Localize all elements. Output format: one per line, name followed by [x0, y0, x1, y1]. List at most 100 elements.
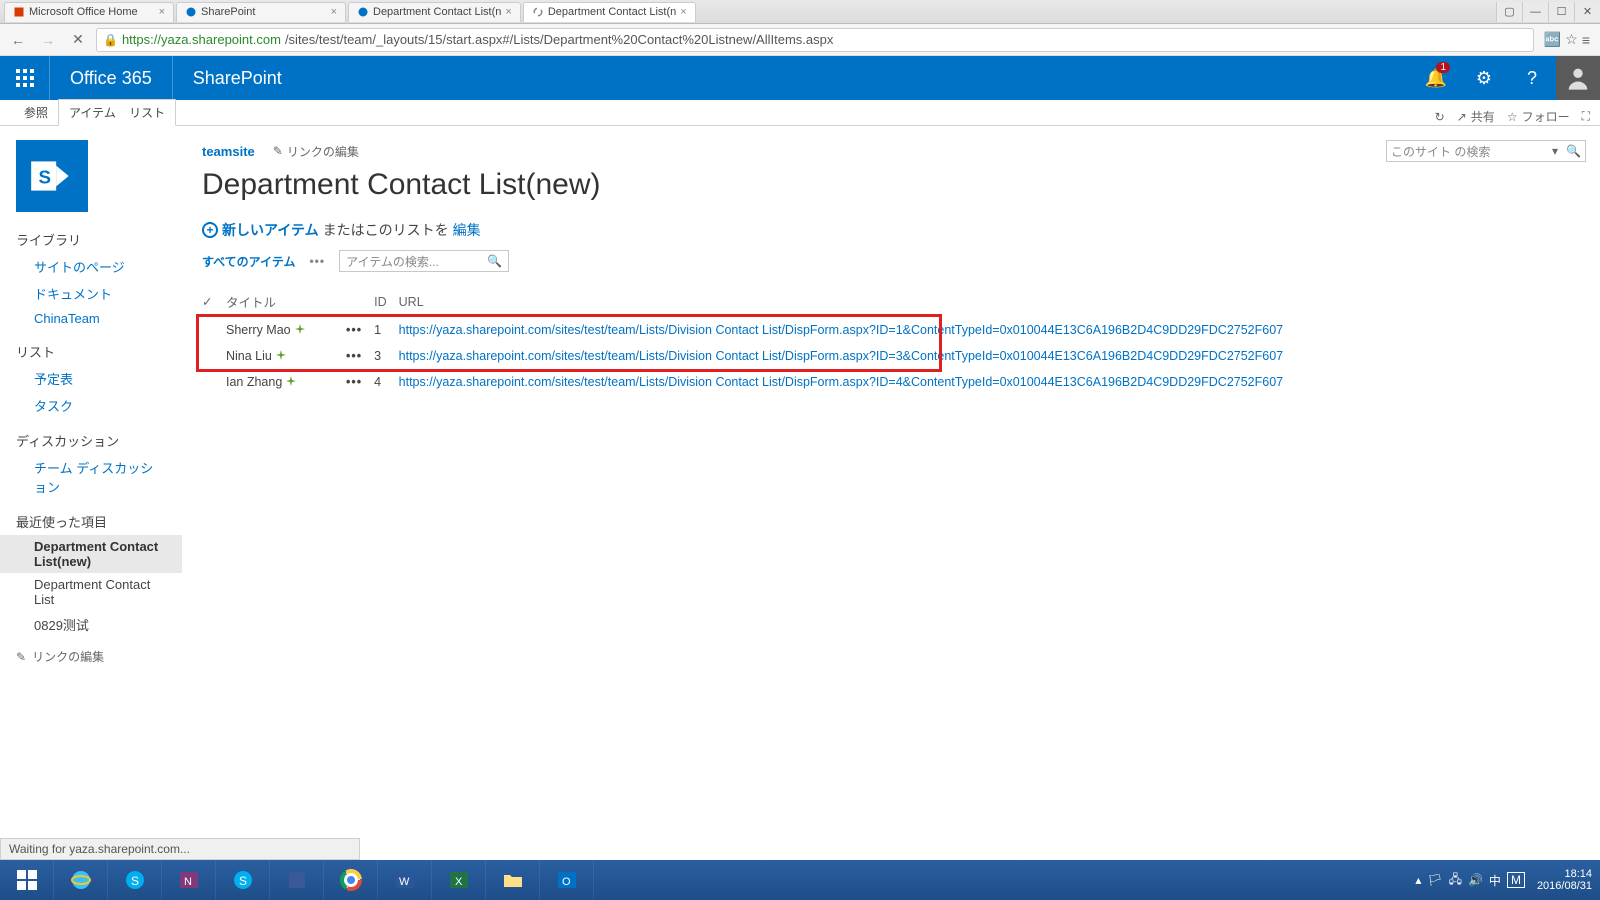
row-url-link[interactable]: https://yaza.sharepoint.com/sites/test/t… — [399, 323, 1284, 337]
tray-clock[interactable]: 18:14 2016/08/31 — [1531, 868, 1592, 892]
notifications-button[interactable]: 🔔 1 — [1412, 56, 1460, 100]
table-row[interactable]: Sherry Mao ••• 1 https://yaza.sharepoint… — [202, 317, 1295, 343]
item-search-input[interactable]: アイテムの検索... 🔍 — [339, 250, 509, 272]
help-button[interactable]: ? — [1508, 56, 1556, 100]
nav-link-chinateam[interactable]: ChinaTeam — [0, 307, 182, 330]
browser-status-bar: Waiting for yaza.sharepoint.com... — [0, 838, 360, 860]
browser-tab[interactable]: SharePoint × — [176, 2, 346, 22]
nav-link-calendar[interactable]: 予定表 — [0, 365, 182, 392]
back-button[interactable]: ← — [6, 28, 30, 52]
taskbar-chrome[interactable] — [324, 860, 378, 900]
taskbar-skype[interactable]: S — [216, 860, 270, 900]
taskbar-app[interactable] — [270, 860, 324, 900]
edit-links-button[interactable]: ✎ リンクの編集 — [0, 638, 182, 675]
row-title[interactable]: Sherry Mao — [226, 323, 291, 337]
search-icon[interactable]: 🔍 — [487, 254, 502, 268]
row-title[interactable]: Ian Zhang — [226, 375, 282, 389]
close-icon[interactable]: × — [680, 6, 686, 18]
site-search-input[interactable]: このサイト の検索 ▾ 🔍 — [1386, 140, 1586, 162]
translate-icon[interactable]: 🔤 — [1544, 31, 1561, 48]
row-url-link[interactable]: https://yaza.sharepoint.com/sites/test/t… — [399, 349, 1284, 363]
view-all-items[interactable]: すべてのアイテム — [202, 253, 295, 270]
tray: ▴ 🏳 🖧 🔊 中 M 18:14 2016/08/31 — [1415, 860, 1600, 900]
svg-text:S: S — [38, 166, 51, 187]
row-id: 3 — [374, 343, 399, 369]
windows-icon — [17, 870, 37, 890]
suite-app-name[interactable]: SharePoint — [173, 68, 302, 89]
taskbar-explorer[interactable] — [486, 860, 540, 900]
row-title[interactable]: Nina Liu — [226, 349, 272, 363]
ribbon-tab-items[interactable]: アイテム — [69, 106, 116, 120]
row-url-link[interactable]: https://yaza.sharepoint.com/sites/test/t… — [399, 375, 1284, 389]
tray-ime[interactable]: 中 — [1489, 872, 1501, 889]
window-minimize-icon[interactable]: — — [1522, 2, 1548, 22]
nav-link-tasks[interactable]: タスク — [0, 392, 182, 419]
nav-link-documents[interactable]: ドキュメント — [0, 280, 182, 307]
suite-brand[interactable]: Office 365 — [50, 56, 173, 100]
taskbar-lync[interactable]: S — [108, 860, 162, 900]
tray-m-box[interactable]: M — [1507, 872, 1525, 888]
tray-volume-icon[interactable]: 🔊 — [1468, 873, 1483, 887]
user-avatar[interactable] — [1556, 56, 1600, 100]
search-icon[interactable]: 🔍 — [1562, 144, 1581, 158]
nav-link-team-discussion[interactable]: チーム ディスカッション — [0, 454, 182, 500]
start-button[interactable] — [0, 860, 54, 900]
close-icon[interactable]: × — [505, 6, 511, 18]
table-row[interactable]: Ian Zhang ••• 4 https://yaza.sharepoint.… — [202, 369, 1295, 395]
browser-tab[interactable]: Microsoft Office Home × — [4, 2, 174, 22]
tray-flag-icon[interactable]: 🏳 — [1427, 873, 1442, 887]
table-row[interactable]: Nina Liu ••• 3 https://yaza.sharepoint.c… — [202, 343, 1295, 369]
window-maximize-icon[interactable]: ☐ — [1548, 2, 1574, 22]
row-menu-button[interactable]: ••• — [346, 343, 374, 369]
new-item-middle-text: またはこのリストを — [323, 220, 449, 240]
edit-list-link[interactable]: 編集 — [453, 220, 481, 240]
status-text: Waiting for yaza.sharepoint.com... — [9, 842, 190, 856]
chevron-down-icon[interactable]: ▾ — [1548, 144, 1562, 158]
taskbar-word[interactable]: W — [378, 860, 432, 900]
expand-icon: ⛶ — [1582, 109, 1590, 124]
forward-button[interactable]: → — [36, 28, 60, 52]
breadcrumb-edit-links[interactable]: ✎ リンクの編集 — [273, 143, 359, 160]
breadcrumb-site[interactable]: teamsite — [202, 144, 255, 159]
new-item-button[interactable]: + 新しいアイテム — [202, 220, 319, 240]
view-menu-button[interactable]: ••• — [309, 254, 325, 268]
stop-button[interactable]: ✕ — [66, 28, 90, 52]
close-icon[interactable]: × — [159, 6, 165, 18]
tray-up-icon[interactable]: ▴ — [1415, 873, 1421, 887]
settings-button[interactable]: ⚙ — [1460, 56, 1508, 100]
col-check[interactable]: ✓ — [202, 286, 226, 317]
col-url[interactable]: URL — [399, 286, 1296, 317]
ribbon-tab-browse[interactable]: 参照 — [14, 100, 58, 125]
share-button[interactable]: ↗共有 — [1457, 108, 1495, 125]
col-id[interactable]: ID — [374, 286, 399, 317]
sync-button[interactable]: ↻共有 — [1435, 110, 1445, 124]
nav-link-0829[interactable]: 0829测试 — [0, 611, 182, 638]
row-menu-button[interactable]: ••• — [346, 317, 374, 343]
nav-link-dcl-new[interactable]: Department Contact List(new) — [0, 535, 182, 573]
follow-button[interactable]: ☆フォロー — [1507, 108, 1570, 125]
svg-text:N: N — [184, 876, 192, 888]
tray-network-icon[interactable]: 🖧 — [1449, 870, 1462, 891]
taskbar-outlook[interactable]: O — [540, 860, 594, 900]
list-table: ✓ タイトル ID URL Sherry Mao ••• 1 https://y… — [202, 286, 1295, 395]
hamburger-icon[interactable]: ≡ — [1582, 32, 1590, 48]
url-input[interactable]: 🔒 https://yaza.sharepoint.com/sites/test… — [96, 28, 1534, 52]
browser-tab-active[interactable]: Department Contact List(n × — [523, 2, 696, 22]
nav-link-site-pages[interactable]: サイトのページ — [0, 253, 182, 280]
focus-button[interactable]: ⛶ — [1582, 109, 1590, 124]
close-icon[interactable]: × — [331, 6, 337, 18]
browser-tab[interactable]: Department Contact List(n × — [348, 2, 521, 22]
app-launcher-button[interactable] — [0, 56, 50, 100]
taskbar-excel[interactable]: X — [432, 860, 486, 900]
star-icon[interactable]: ☆ — [1565, 31, 1578, 48]
site-logo[interactable]: S — [16, 140, 88, 212]
taskbar-ie[interactable] — [54, 860, 108, 900]
taskbar-onenote[interactable]: N — [162, 860, 216, 900]
col-title[interactable]: タイトル — [226, 286, 346, 317]
row-id: 4 — [374, 369, 399, 395]
nav-link-dcl[interactable]: Department Contact List — [0, 573, 182, 611]
window-min2-icon[interactable]: ▢ — [1496, 2, 1522, 22]
window-close-icon[interactable]: ✕ — [1574, 2, 1600, 22]
ribbon-tab-list[interactable]: リスト — [129, 106, 165, 120]
row-menu-button[interactable]: ••• — [346, 369, 374, 395]
